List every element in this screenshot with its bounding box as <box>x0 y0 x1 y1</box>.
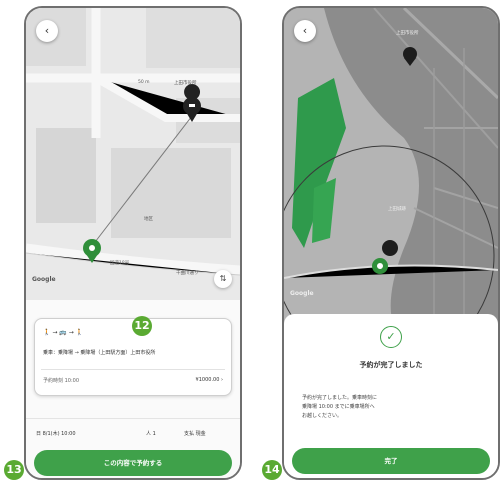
back-button[interactable]: ‹ <box>294 20 316 42</box>
completion-sheet: ✓ 予約が完了しました 予約が完了しました。乗車時刻に 乗降場 10:00 まで… <box>284 314 498 478</box>
back-arrow-icon: ‹ <box>302 24 308 37</box>
map-brand-logo: Google <box>32 276 56 283</box>
map-brand-logo: Google <box>290 290 314 297</box>
map-label-distance: 50 m <box>138 80 150 85</box>
route-toggle-button[interactable]: ⇅ <box>214 270 232 288</box>
map-label-area: 地区 <box>144 217 153 222</box>
payment-option[interactable]: 支払 現金 <box>184 430 206 437</box>
phone-screen-booking-complete: ‹ 上田市役所 上田城跡 Google ✓ 予約が完了しました 予約が完了しまし… <box>282 6 500 480</box>
route-map[interactable] <box>26 8 240 308</box>
step-badge-14: 14 <box>262 460 282 480</box>
confirm-booking-button[interactable]: この内容で予約する <box>34 450 232 476</box>
swap-icon: ⇅ <box>219 274 227 283</box>
card-divider <box>41 369 225 370</box>
map-label-road-1: 国道18号 <box>110 261 130 266</box>
date-option[interactable]: 日 8/1(木) 10:00 <box>36 430 76 437</box>
map-label-top: 上田市役所 <box>396 31 419 36</box>
back-arrow-icon: ‹ <box>44 24 50 37</box>
walk-icon: 🚶 <box>43 329 51 336</box>
route-steps: 🚶 → 🚌 → 🚶 <box>43 329 84 336</box>
route-detail: 乗車：乗降場 → 乗降場（上田駅方面）上田市役所 <box>43 350 156 356</box>
step-badge-13: 13 <box>4 460 24 480</box>
back-button[interactable]: ‹ <box>36 20 58 42</box>
check-icon: ✓ <box>380 326 402 348</box>
dark-map[interactable] <box>284 8 498 328</box>
completion-message: 予約が完了しました。乗車時刻に 乗降場 10:00 までに乗車場所へ お越しくだ… <box>302 395 378 419</box>
chevron-right-icon: › <box>221 377 223 383</box>
reservation-time: 予約時刻 10:00 <box>43 378 79 384</box>
options-divider <box>26 418 240 419</box>
fare-amount[interactable]: ¥1000.00 › <box>196 377 223 383</box>
map-label-place: 上田城跡 <box>388 207 406 212</box>
completion-title: 予約が完了しました <box>359 361 423 369</box>
map-label-destination: 上田市役所 <box>174 81 197 86</box>
map-label-road-2: 千曲川通り <box>176 271 199 276</box>
people-option[interactable]: 人 1 <box>146 430 156 437</box>
done-button[interactable]: 完了 <box>292 448 490 474</box>
step-badge-12: 12 <box>132 316 152 336</box>
phone-screen-ride-booking: ‹ 上田市役所 50 m 地区 国道18号 千曲川通り Google ⇅ 🚶 →… <box>24 6 242 480</box>
